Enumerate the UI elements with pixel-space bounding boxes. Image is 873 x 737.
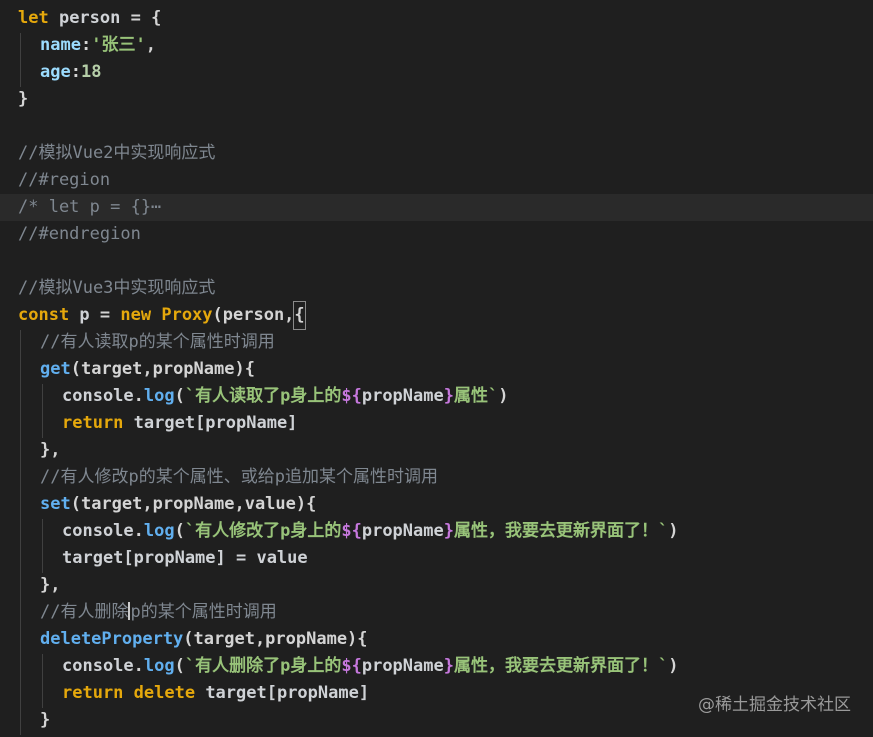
punctuation: , bbox=[145, 35, 156, 55]
code-line[interactable]: //有人修改p的某个属性、或给p追加某个属性时调用 bbox=[0, 464, 873, 491]
code-line[interactable]: target[propName] = value bbox=[0, 545, 873, 572]
punctuation: }, bbox=[40, 575, 61, 595]
template-delimiter: } bbox=[443, 656, 454, 676]
code-line-active[interactable]: //有人删除 p的某个属性时调用 bbox=[0, 599, 873, 626]
code-line[interactable]: deleteProperty(target,propName){ bbox=[0, 626, 873, 653]
template-delimiter: } bbox=[443, 521, 454, 541]
identifier: p bbox=[69, 305, 100, 325]
code-line[interactable]: const p = new Proxy(person,{ bbox=[0, 301, 873, 330]
identifier: console bbox=[62, 386, 134, 406]
identifier: console bbox=[62, 521, 134, 541]
punctuation: . bbox=[133, 521, 144, 541]
string-literal: `有人修改了p身上的 bbox=[184, 521, 342, 541]
code-line[interactable]: }, bbox=[0, 572, 873, 599]
keyword: new bbox=[120, 305, 152, 325]
string-literal: `有人删除了p身上的 bbox=[184, 656, 342, 676]
class-name: Proxy bbox=[151, 305, 213, 325]
punctuation: } bbox=[40, 710, 51, 730]
keyword: delete bbox=[123, 683, 196, 703]
function-name: log bbox=[143, 386, 175, 406]
punctuation: . bbox=[133, 386, 144, 406]
punctuation: ) bbox=[668, 656, 679, 676]
number-literal: 18 bbox=[80, 62, 102, 82]
punctuation: ( bbox=[174, 521, 185, 541]
string-literal: 属性` bbox=[453, 386, 499, 406]
template-variable: propName bbox=[361, 521, 444, 541]
function-name: log bbox=[143, 521, 175, 541]
identifier: target[propName] = value bbox=[62, 548, 308, 568]
keyword: let bbox=[18, 8, 49, 28]
template-variable: propName bbox=[361, 386, 444, 406]
code-line[interactable]: } bbox=[0, 86, 873, 113]
property-key: age bbox=[40, 62, 71, 82]
identifier: target[propName] bbox=[123, 413, 298, 433]
comment: /* let p = {}⋯ bbox=[18, 197, 162, 217]
identifier: target[propName] bbox=[195, 683, 370, 703]
string-literal: `有人读取了p身上的 bbox=[184, 386, 342, 406]
keyword: return bbox=[62, 413, 124, 433]
keyword: const bbox=[18, 305, 70, 325]
code-line[interactable]: set(target,propName,value){ bbox=[0, 491, 873, 518]
punctuation: : bbox=[70, 62, 81, 82]
comment: //有人读取p的某个属性时调用 bbox=[40, 332, 275, 352]
code-line[interactable]: age:18 bbox=[0, 59, 873, 86]
code-line[interactable]: console.log(`有人修改了p身上的${propName}属性，我要去更… bbox=[0, 518, 873, 545]
function-name: get bbox=[40, 359, 71, 379]
comment: //#endregion bbox=[18, 224, 141, 244]
template-variable: propName bbox=[361, 656, 444, 676]
function-name: deleteProperty bbox=[40, 629, 184, 649]
punctuation: ) bbox=[668, 521, 679, 541]
code-line[interactable]: //#region bbox=[0, 167, 873, 194]
punctuation: (target,propName){ bbox=[183, 629, 368, 649]
punctuation: : bbox=[80, 35, 92, 55]
template-delimiter: ${ bbox=[341, 386, 362, 406]
punctuation: . bbox=[133, 656, 144, 676]
function-name: log bbox=[143, 656, 175, 676]
code-line[interactable]: return target[propName] bbox=[0, 410, 873, 437]
code-line[interactable]: let person = { bbox=[0, 5, 873, 32]
keyword: return bbox=[62, 683, 124, 703]
comment: //有人删除 bbox=[40, 602, 129, 622]
punctuation: }, bbox=[40, 440, 61, 460]
code-line[interactable]: console.log(`有人删除了p身上的${propName}属性，我要去更… bbox=[0, 653, 873, 680]
code-line[interactable]: name:'张三', bbox=[0, 32, 873, 59]
punctuation: ( bbox=[174, 386, 185, 406]
property-key: name bbox=[40, 35, 81, 55]
template-delimiter: } bbox=[443, 386, 454, 406]
code-line[interactable]: console.log(`有人读取了p身上的${propName}属性`) bbox=[0, 383, 873, 410]
punctuation: ) bbox=[498, 386, 509, 406]
punctuation: = bbox=[99, 305, 121, 325]
comment: p的某个属性时调用 bbox=[130, 602, 277, 622]
punctuation: (target,propName,value){ bbox=[70, 494, 317, 514]
identifier: console bbox=[62, 656, 134, 676]
punctuation: (person, bbox=[212, 305, 295, 325]
comment: //有人修改p的某个属性、或给p追加某个属性时调用 bbox=[40, 467, 438, 487]
string-literal: '张三' bbox=[91, 35, 146, 55]
matched-bracket: { bbox=[293, 301, 306, 330]
template-delimiter: ${ bbox=[341, 521, 362, 541]
punctuation: } bbox=[18, 89, 29, 109]
identifier: person bbox=[48, 8, 131, 28]
code-line[interactable]: get(target,propName){ bbox=[0, 356, 873, 383]
code-line[interactable]: //有人读取p的某个属性时调用 bbox=[0, 329, 873, 356]
comment: //模拟Vue2中实现响应式 bbox=[18, 143, 216, 163]
code-line[interactable]: }, bbox=[0, 437, 873, 464]
punctuation: (target,propName){ bbox=[70, 359, 255, 379]
code-editor[interactable]: let person = { name:'张三', age:18 } //模拟V… bbox=[0, 0, 873, 737]
template-delimiter: ${ bbox=[341, 656, 362, 676]
function-name: set bbox=[40, 494, 71, 514]
comment: //模拟Vue3中实现响应式 bbox=[18, 278, 216, 298]
punctuation: = { bbox=[130, 8, 162, 28]
string-literal: 属性，我要去更新界面了！` bbox=[453, 656, 669, 676]
watermark: @稀土掘金技术社区 bbox=[698, 695, 851, 715]
code-line[interactable]: //#endregion bbox=[0, 221, 873, 248]
string-literal: 属性，我要去更新界面了！` bbox=[453, 521, 669, 541]
code-line[interactable]: //模拟Vue3中实现响应式 bbox=[0, 275, 873, 302]
code-line[interactable]: //模拟Vue2中实现响应式 bbox=[0, 140, 873, 167]
comment: //#region bbox=[18, 170, 111, 190]
punctuation: ( bbox=[174, 656, 185, 676]
code-line-folded[interactable]: /* let p = {}⋯ bbox=[0, 194, 873, 221]
